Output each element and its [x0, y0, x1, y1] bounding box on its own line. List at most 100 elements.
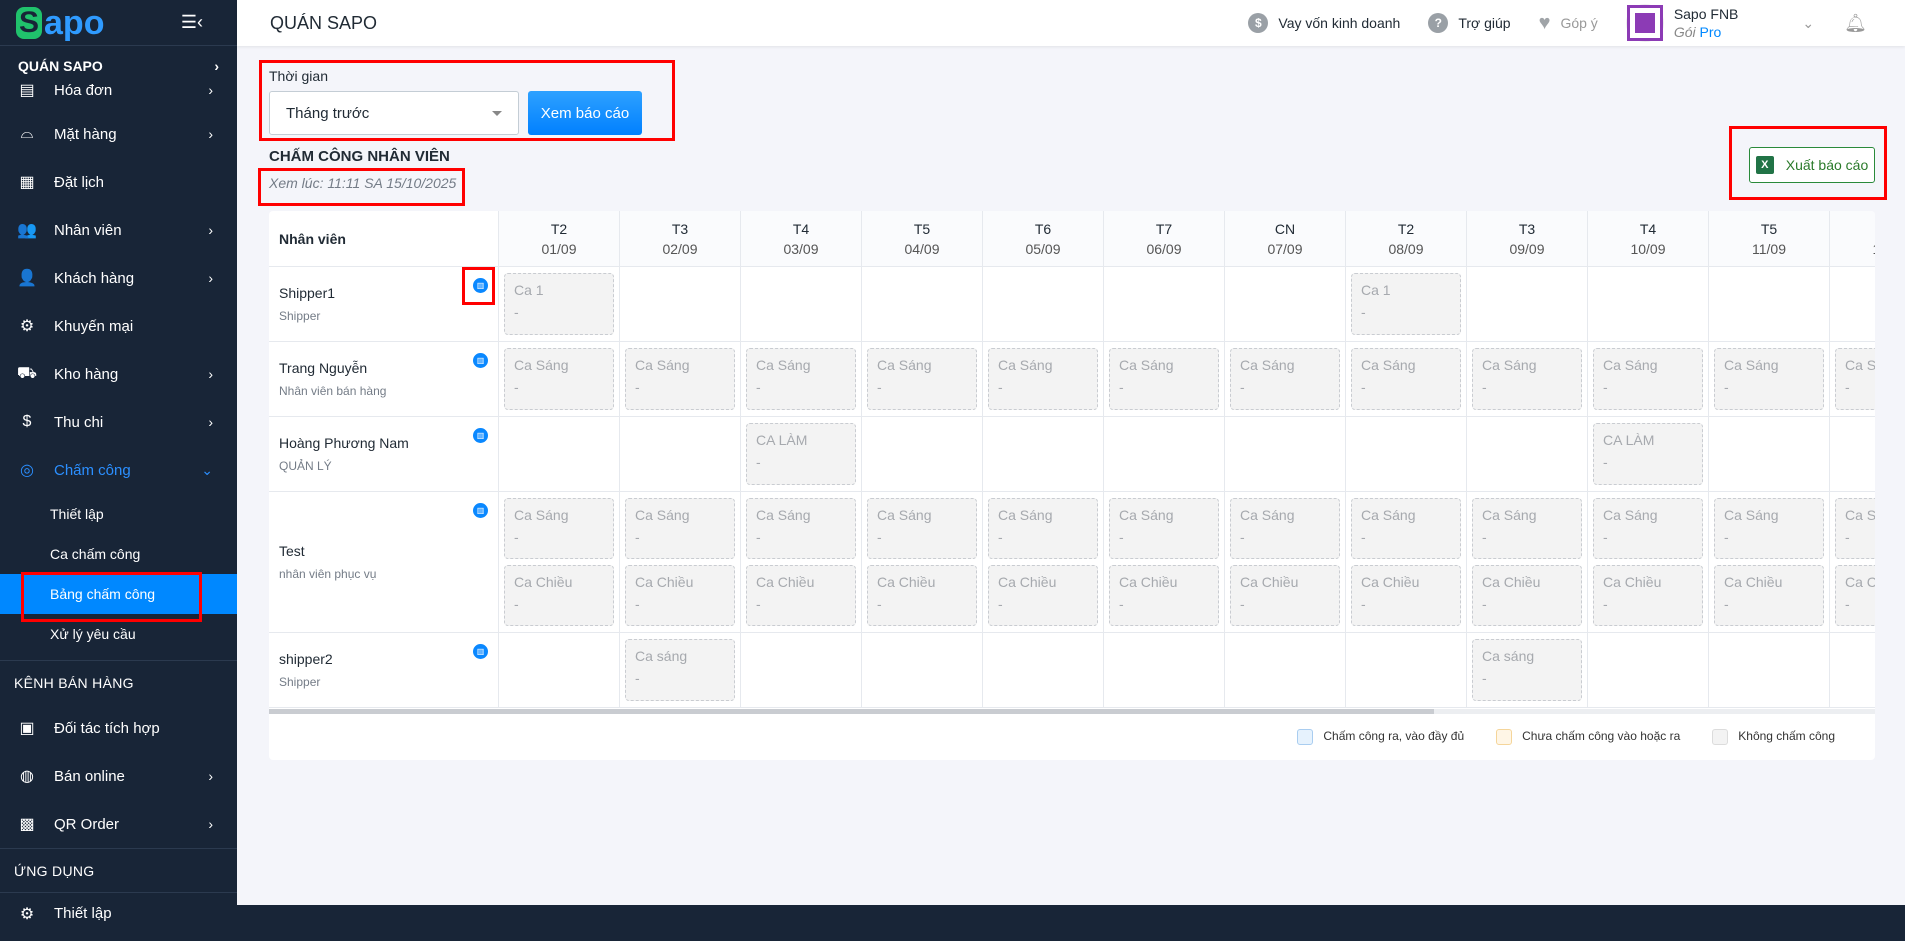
shift-card[interactable]: Ca 1 - — [504, 273, 614, 335]
sidebar-subitem[interactable]: Xử lý yêu cầu — [0, 614, 237, 654]
time-select[interactable]: Tháng trước — [269, 91, 519, 135]
shift-card[interactable]: Ca Chiều - — [1835, 565, 1875, 626]
sidebar-subitem[interactable]: Ca chấm công — [0, 534, 237, 574]
stats-icon[interactable]: ▥ — [473, 353, 488, 368]
stats-icon[interactable]: ▥ — [473, 644, 488, 659]
sidebar-item[interactable]: $ Thu chi › — [0, 398, 237, 446]
shift-card[interactable]: Ca Sáng - — [504, 498, 614, 559]
sidebar-item[interactable]: 👤 Khách hàng › — [0, 254, 237, 302]
shift-card[interactable]: Ca Sáng - — [1230, 348, 1340, 410]
sidebar-subitem[interactable]: Thiết lập — [0, 494, 237, 534]
help-link[interactable]: ? Trợ giúp — [1428, 13, 1511, 33]
collapse-menu-icon[interactable]: ☰‹ — [181, 12, 203, 33]
sidebar-item-settings[interactable]: ⚙ Thiết lập — [0, 892, 237, 934]
sidebar-item[interactable]: ◍ Bán online › — [0, 752, 237, 800]
shift-card[interactable]: Ca Sáng - — [1230, 498, 1340, 559]
sidebar-item[interactable]: ▤ Hóa đơn › — [0, 70, 237, 110]
shift-card[interactable]: Ca Sáng - — [1351, 498, 1461, 559]
sidebar-item[interactable]: ▩ QR Order › — [0, 800, 237, 848]
shift-card[interactable]: CA LÀM - — [1593, 423, 1703, 485]
sidebar-item[interactable]: ▣ Đối tác tích hợp — [0, 704, 237, 752]
stats-icon[interactable]: ▥ — [473, 503, 488, 518]
shift-card[interactable]: Ca Chiều - — [867, 565, 977, 626]
legend-swatch — [1297, 729, 1314, 745]
shift-card[interactable]: Ca Chiều - — [625, 565, 735, 626]
day-header: T5 11/09 — [1709, 211, 1830, 266]
shift-name: Ca Sáng — [1361, 507, 1416, 523]
shift-card[interactable]: Ca Sáng - — [867, 498, 977, 559]
employee-name: shipper2 — [279, 651, 333, 667]
day-cell — [1346, 633, 1467, 707]
shift-card[interactable]: Ca Chiều - — [988, 565, 1098, 626]
sidebar-item[interactable]: 👥 Nhân viên › — [0, 206, 237, 254]
sidebar-subitem[interactable]: Bảng chấm công — [0, 574, 237, 614]
sidebar-item[interactable]: ▦ Đặt lịch — [0, 158, 237, 206]
loan-link[interactable]: $ Vay vốn kinh doanh — [1248, 13, 1400, 33]
stats-icon[interactable]: ▥ — [473, 278, 488, 293]
shift-card[interactable]: Ca Sáng - — [625, 498, 735, 559]
day-cell: Ca Sáng - — [1104, 342, 1225, 416]
shift-card[interactable]: Ca Chiều - — [504, 565, 614, 626]
shift-card[interactable]: Ca Sáng - — [1109, 348, 1219, 410]
shift-card[interactable]: CA LÀM - — [746, 423, 856, 485]
shift-card[interactable]: Ca Sáng - — [746, 498, 856, 559]
shift-card[interactable]: Ca Sáng - — [625, 348, 735, 410]
date: 01/09 — [541, 240, 577, 257]
shift-card[interactable]: Ca Sáng - — [746, 348, 856, 410]
shift-card[interactable]: Ca Chiều - — [1593, 565, 1703, 626]
shift-card[interactable]: Ca Sáng - — [988, 498, 1098, 559]
sidebar-item-timekeeping[interactable]: ◎ Chấm công ⌄ — [0, 446, 237, 494]
shift-card[interactable]: Ca sáng - — [625, 639, 735, 701]
sidebar-item[interactable]: ⚙ Khuyến mại — [0, 302, 237, 350]
shift-name: Ca Sáng — [1724, 357, 1779, 373]
shift-card[interactable]: Ca Sáng - — [867, 348, 977, 410]
account-menu[interactable]: Sapo FNB Gói Pro ⌄ — [1625, 4, 1814, 42]
dollar-icon: $ — [1248, 13, 1269, 33]
horizontal-scrollbar[interactable] — [269, 709, 1875, 714]
shift-card[interactable]: Ca Sáng - — [1472, 498, 1582, 559]
shift-card[interactable]: Ca Chiều - — [746, 565, 856, 626]
shift-card[interactable]: Ca Sáng - — [1593, 498, 1703, 559]
shift-time: - — [877, 379, 882, 395]
shift-name: Ca Chiều — [1724, 574, 1783, 590]
stats-icon[interactable]: ▥ — [473, 428, 488, 443]
day-header: T4 03/09 — [741, 211, 862, 266]
shift-card[interactable]: Ca Sáng - — [1714, 348, 1824, 410]
shift-card[interactable]: Ca Chiều - — [1109, 565, 1219, 626]
employee-cell: shipper2 Shipper ▥ — [269, 633, 499, 707]
view-report-button[interactable]: Xem báo cáo — [528, 91, 642, 135]
shift-card[interactable]: Ca Sáng - — [1835, 348, 1875, 410]
bell-icon[interactable]: 🔔︎ — [1844, 13, 1867, 34]
shift-card[interactable]: Ca Sáng - — [1351, 348, 1461, 410]
sidebar-item[interactable]: ⛟ Kho hàng › — [0, 350, 237, 398]
users-icon: 👥 — [17, 222, 37, 239]
shift-card[interactable]: Ca sáng - — [1472, 639, 1582, 701]
shift-card[interactable]: Ca Sáng - — [1472, 348, 1582, 410]
shift-card[interactable]: Ca Sáng - — [1714, 498, 1824, 559]
shift-card[interactable]: Ca Sáng - — [1109, 498, 1219, 559]
partner-icon: ▣ — [19, 720, 35, 737]
shift-card[interactable]: Ca Sáng - — [504, 348, 614, 410]
feedback-link[interactable]: ♥ Góp ý — [1539, 12, 1598, 35]
feedback-label: Góp ý — [1560, 15, 1598, 31]
legend-swatch — [1496, 729, 1513, 745]
day-cell: Ca Sáng - Ca Chiều - — [1830, 492, 1875, 632]
sapo-logo[interactable]: Sapo ☰‹ — [0, 0, 237, 46]
shift-card[interactable]: Ca Chiều - — [1472, 565, 1582, 626]
shift-card[interactable]: Ca Sáng - — [988, 348, 1098, 410]
day-cell: Ca Sáng - — [620, 342, 741, 416]
shift-card[interactable]: Ca Chiều - — [1230, 565, 1340, 626]
day-cell — [1830, 633, 1875, 707]
sidebar-item[interactable]: ⌓ Mặt hàng › — [0, 110, 237, 158]
shift-card[interactable]: Ca 1 - — [1351, 273, 1461, 335]
cloche-icon: ⌓ — [20, 125, 34, 142]
scrollbar-thumb[interactable] — [269, 709, 1434, 714]
shift-name: Ca Sáng — [1240, 507, 1295, 523]
chevron-down-icon[interactable]: ⌄ — [1802, 15, 1814, 32]
shift-card[interactable]: Ca Chiều - — [1351, 565, 1461, 626]
shift-card[interactable]: Ca Sáng - — [1835, 498, 1875, 559]
shift-time: - — [1603, 529, 1608, 545]
export-report-button[interactable]: X Xuất báo cáo — [1749, 147, 1875, 183]
shift-card[interactable]: Ca Sáng - — [1593, 348, 1703, 410]
shift-card[interactable]: Ca Chiều - — [1714, 565, 1824, 626]
